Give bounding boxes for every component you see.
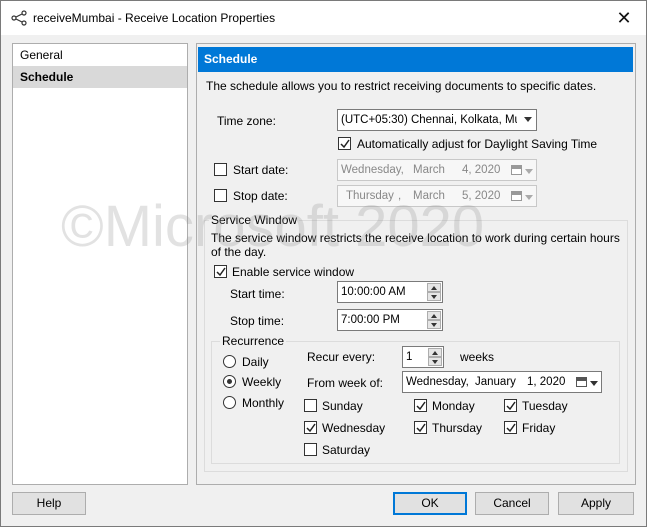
nav-item-schedule[interactable]: Schedule: [13, 66, 187, 88]
properties-dialog: receiveMumbai - Receive Location Propert…: [0, 0, 647, 527]
chevron-down-icon: [590, 381, 598, 386]
day-saturday-checkbox[interactable]: [304, 443, 317, 456]
check-icon: [306, 423, 316, 433]
stop-date-separator: ,: [398, 190, 402, 202]
stop-date-month: March: [413, 190, 445, 202]
calendar-icon: [511, 165, 522, 175]
start-time-input[interactable]: 10:00:00 AM: [337, 281, 443, 303]
check-icon: [416, 423, 426, 433]
day-monday-checkbox[interactable]: [414, 399, 427, 412]
schedule-description: The schedule allows you to restrict rece…: [206, 79, 597, 93]
day-sunday-label: Sunday: [322, 399, 363, 413]
day-sunday-checkbox[interactable]: [304, 399, 317, 412]
calendar-icon: [511, 191, 522, 201]
ok-button[interactable]: OK: [393, 492, 467, 515]
start-date-month: March: [413, 164, 445, 176]
recurrence-monthly-radio[interactable]: [223, 396, 236, 409]
apply-button[interactable]: Apply: [558, 492, 634, 515]
stop-date-checkbox[interactable]: [214, 189, 227, 202]
schedule-header: Schedule: [198, 47, 633, 72]
help-button[interactable]: Help: [12, 492, 86, 515]
stop-time-label: Stop time:: [230, 314, 285, 328]
recurrence-weekly-label: Weekly: [242, 375, 282, 389]
day-friday-checkbox[interactable]: [504, 421, 517, 434]
day-thursday-checkbox[interactable]: [414, 421, 427, 434]
chevron-down-icon: [525, 195, 533, 200]
cancel-button[interactable]: Cancel: [475, 492, 549, 515]
start-time-label: Start time:: [230, 287, 285, 301]
timezone-value: (UTC+05:30) Chennai, Kolkata, Mumt: [341, 114, 517, 126]
day-friday-label: Friday: [522, 421, 556, 435]
daylight-checkbox[interactable]: [338, 137, 351, 150]
schedule-panel: Schedule The schedule allows you to rest…: [196, 43, 636, 485]
spin-down-icon[interactable]: [427, 292, 441, 301]
check-icon: [506, 401, 516, 411]
start-date-label: Start date:: [233, 163, 289, 177]
from-week-day: 1, 2020: [527, 376, 566, 388]
day-monday-label: Monday: [432, 399, 475, 413]
stop-date-day: 5, 2020: [462, 190, 501, 202]
chevron-down-icon: [524, 117, 532, 122]
chevron-down-icon: [525, 169, 533, 174]
start-date-weekday: Wednesday,: [341, 164, 404, 176]
from-week-month: January: [475, 376, 516, 388]
stop-date-label: Stop date:: [233, 189, 288, 203]
nav-item-general[interactable]: General: [13, 44, 187, 66]
close-button[interactable]: ✕: [614, 9, 634, 29]
timezone-select[interactable]: (UTC+05:30) Chennai, Kolkata, Mumt: [337, 109, 537, 131]
calendar-icon: [576, 377, 587, 387]
recurrence-monthly-label: Monthly: [242, 396, 285, 410]
check-icon: [216, 267, 226, 277]
check-icon: [340, 139, 350, 149]
service-window-description: The service window restricts the receive…: [211, 231, 620, 259]
timezone-label: Time zone:: [217, 114, 276, 128]
enable-service-window-checkbox[interactable]: [214, 265, 227, 278]
stop-date-picker[interactable]: Thursday , March 5, 2020: [337, 185, 537, 207]
recur-every-value: 1: [406, 351, 413, 363]
window-title: receiveMumbai - Receive Location Propert…: [33, 11, 276, 25]
enable-service-window-label: Enable service window: [232, 265, 355, 279]
nav-list: General Schedule: [12, 43, 188, 485]
spin-down-icon[interactable]: [427, 320, 441, 329]
start-date-picker[interactable]: Wednesday, March 4, 2020: [337, 159, 537, 181]
day-saturday-label: Saturday: [322, 443, 371, 457]
stop-time-value: 7:00:00 PM: [341, 314, 400, 326]
day-wednesday-label: Wednesday: [322, 421, 386, 435]
from-week-picker[interactable]: Wednesday, January 1, 2020: [402, 371, 602, 393]
from-week-weekday: Wednesday,: [406, 376, 469, 388]
service-window-title: Service Window: [209, 213, 300, 227]
recurrence-daily-radio[interactable]: [223, 355, 236, 368]
title-bar: receiveMumbai - Receive Location Propert…: [1, 1, 646, 35]
recurrence-title: Recurrence: [220, 334, 287, 348]
start-date-day: 4, 2020: [462, 164, 501, 176]
recur-every-input[interactable]: 1: [402, 346, 444, 368]
receive-location-icon: [11, 10, 27, 26]
stop-time-input[interactable]: 7:00:00 PM: [337, 309, 443, 331]
day-tuesday-checkbox[interactable]: [504, 399, 517, 412]
from-week-label: From week of:: [307, 376, 384, 390]
start-time-value: 10:00:00 AM: [341, 286, 406, 298]
daylight-label: Automatically adjust for Daylight Saving…: [357, 137, 598, 151]
recurrence-daily-label: Daily: [242, 355, 269, 369]
spin-up-icon[interactable]: [428, 348, 442, 357]
check-icon: [416, 401, 426, 411]
recurrence-weekly-radio[interactable]: [223, 375, 236, 388]
spin-up-icon[interactable]: [427, 283, 441, 292]
stop-date-weekday: Thursday: [346, 190, 394, 202]
day-wednesday-checkbox[interactable]: [304, 421, 317, 434]
check-icon: [506, 423, 516, 433]
recur-every-label: Recur every:: [307, 350, 376, 364]
start-date-checkbox[interactable]: [214, 163, 227, 176]
spin-down-icon[interactable]: [428, 357, 442, 366]
close-icon: ✕: [616, 8, 632, 28]
day-tuesday-label: Tuesday: [522, 399, 568, 413]
day-thursday-label: Thursday: [432, 421, 483, 435]
spin-up-icon[interactable]: [427, 311, 441, 320]
recur-every-unit: weeks: [460, 350, 495, 364]
